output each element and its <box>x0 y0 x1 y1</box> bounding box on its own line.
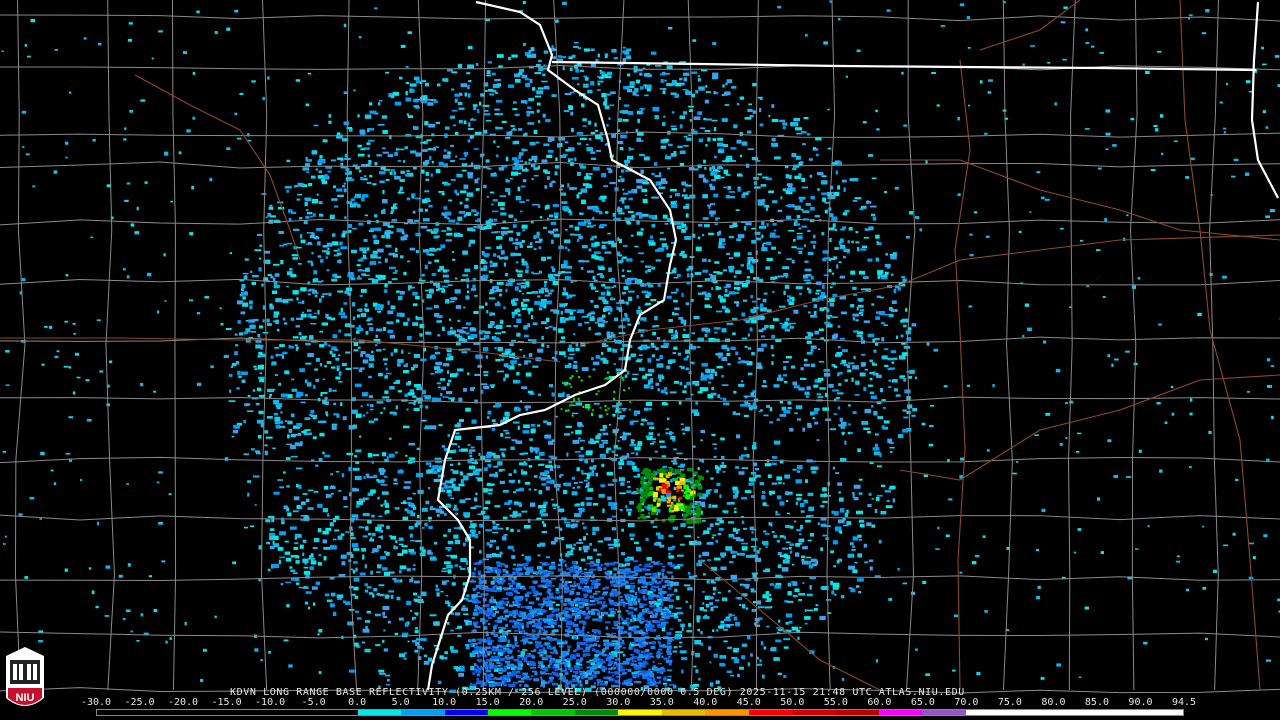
colorbar-swatch <box>835 710 879 715</box>
colorbar-swatch <box>574 710 619 715</box>
legend-tick: 40.0 <box>693 697 718 708</box>
legend-tick: 75.0 <box>997 697 1022 708</box>
county-line <box>1068 0 1076 691</box>
reflectivity-echoes <box>1 0 1280 693</box>
colorbar-swatch <box>878 710 923 715</box>
colorbar-swatch <box>227 710 271 715</box>
highway-lines <box>0 0 1280 691</box>
county-line <box>0 218 1280 226</box>
colorbar-swatch <box>661 710 706 715</box>
highway-line <box>899 374 1280 481</box>
county-line <box>0 456 1280 464</box>
colorbar-swatch <box>531 710 575 715</box>
county-line <box>0 161 1280 169</box>
legend-tick: 65.0 <box>910 697 935 708</box>
county-line <box>0 396 1280 404</box>
colorbar-swatch <box>1096 710 1140 715</box>
legend-tick: 25.0 <box>562 697 587 708</box>
colorbar-swatch <box>401 710 445 715</box>
highway-line <box>880 159 1280 241</box>
legend-tick: 90.0 <box>1128 697 1153 708</box>
legend-tick: 94.5 <box>1171 697 1197 708</box>
county-line <box>1002 0 1013 691</box>
state-border <box>1250 1 1279 199</box>
logo-text: NIU <box>16 692 35 704</box>
county-line <box>0 14 1280 22</box>
county-line <box>417 0 425 691</box>
colorbar-swatch <box>792 710 836 715</box>
legend-tick: 30.0 <box>606 697 631 708</box>
legend-tick: -10.0 <box>255 697 286 708</box>
colorbar-swatch <box>270 710 315 715</box>
state-border <box>426 0 678 691</box>
colorbar-swatch <box>618 710 662 715</box>
legend-tick: -5.0 <box>301 697 326 708</box>
colorbar-swatch <box>487 710 532 715</box>
legend-tick: 85.0 <box>1084 697 1109 708</box>
legend-tick: 45.0 <box>736 697 761 708</box>
county-line <box>0 336 1280 344</box>
legend-tick: 35.0 <box>649 697 674 708</box>
highway-line <box>954 59 971 691</box>
legend-tick: 70.0 <box>954 697 979 708</box>
legend-tick: 5.0 <box>391 697 410 708</box>
legend-tick: 50.0 <box>780 697 805 708</box>
reflectivity-colorbar <box>96 709 1184 716</box>
county-line <box>752 0 759 691</box>
colorbar-swatch <box>357 710 402 715</box>
legend-tick: 20.0 <box>519 697 544 708</box>
colorbar-swatch <box>965 710 1010 715</box>
legend-ticks: -30.0 -25.0 -20.0 -15.0 -10.0 -5.0 0.0 5.0 10.0 1… <box>81 697 1197 708</box>
county-line <box>14 0 26 691</box>
colorbar-swatch <box>922 710 966 715</box>
colorbar-swatch <box>1009 710 1053 715</box>
legend-tick: 15.0 <box>475 697 500 708</box>
colorbar-swatch <box>444 710 488 715</box>
legend-tick: 80.0 <box>1041 697 1066 708</box>
legend-tick: 55.0 <box>823 697 848 708</box>
colorbar-swatch <box>1052 710 1097 715</box>
niu-logo: NIU <box>4 646 46 716</box>
colorbar-swatch <box>97 710 141 715</box>
colorbar-swatch <box>1139 710 1183 715</box>
legend-tick: 10.0 <box>432 697 457 708</box>
county-line <box>1130 0 1138 691</box>
university-tower-icon: NIU <box>6 647 44 706</box>
legend-tick: -25.0 <box>124 697 155 708</box>
colorbar-swatch <box>748 710 792 715</box>
legend-tick: -30.0 <box>80 697 112 708</box>
radar-map <box>0 0 1280 694</box>
county-line <box>105 0 115 691</box>
legend-tick: -15.0 <box>211 697 242 708</box>
county-line <box>906 0 916 691</box>
colorbar-swatch <box>705 710 749 715</box>
legend-tick: 0.0 <box>348 697 367 708</box>
colorbar-swatch <box>314 710 358 715</box>
county-line <box>171 0 177 691</box>
legend-tick: -20.0 <box>167 697 199 708</box>
legend-tick: 60.0 <box>867 697 892 708</box>
colorbar-swatch <box>183 710 228 715</box>
colorbar-swatch <box>140 710 184 715</box>
highway-line <box>579 234 1280 346</box>
